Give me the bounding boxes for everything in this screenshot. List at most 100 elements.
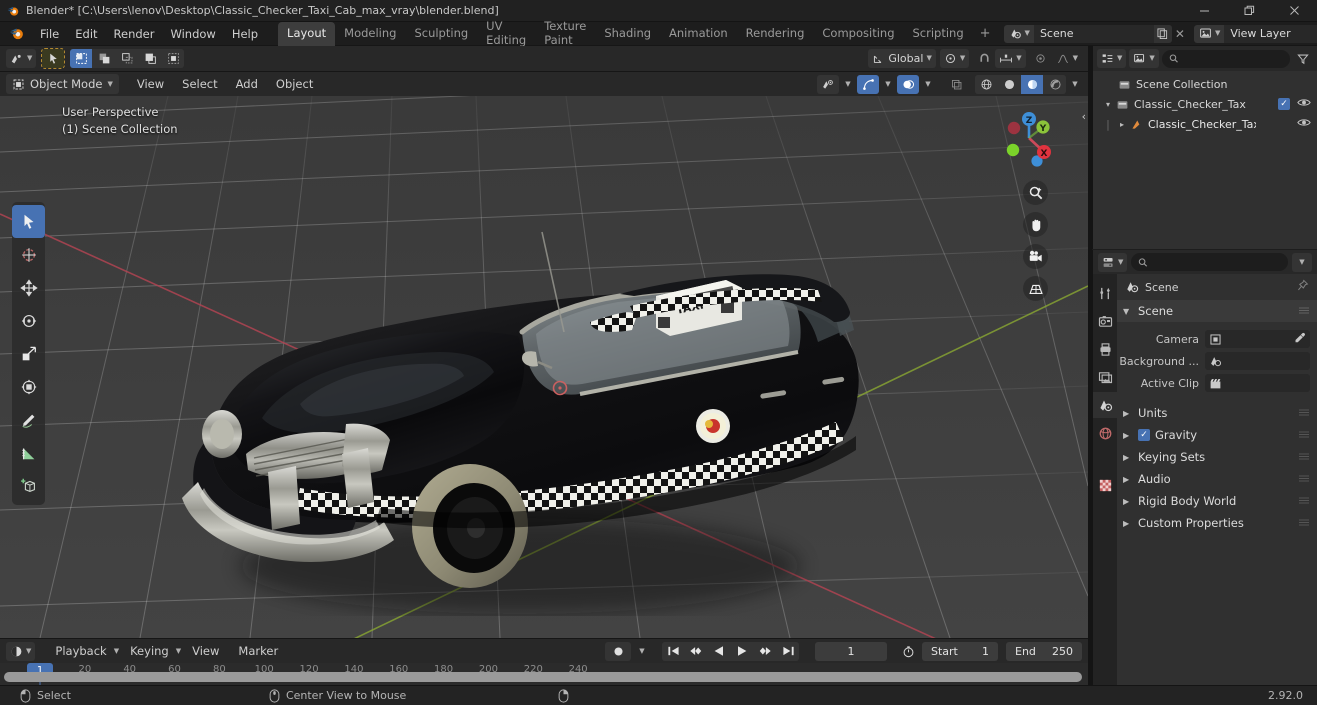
scene-name-field[interactable]: Scene bbox=[1033, 24, 1154, 43]
close-button[interactable] bbox=[1272, 0, 1317, 22]
drag-handle-icon[interactable] bbox=[1297, 516, 1311, 530]
outliner-editor-type-button[interactable]: ▼ bbox=[1097, 49, 1127, 68]
pin-icon[interactable] bbox=[1296, 279, 1309, 295]
add-cube-tool-button[interactable] bbox=[12, 469, 45, 502]
material-preview-button[interactable] bbox=[1021, 74, 1043, 94]
select-extend-button[interactable] bbox=[93, 49, 116, 68]
tab-modeling[interactable]: Modeling bbox=[335, 22, 405, 46]
menu-edit[interactable]: Edit bbox=[67, 24, 105, 44]
eye-icon[interactable] bbox=[1297, 97, 1311, 111]
tool-active-button[interactable] bbox=[41, 48, 66, 69]
timeline-menu-playback[interactable]: Playback bbox=[47, 642, 114, 660]
timeline-menu-view[interactable]: View bbox=[184, 642, 227, 660]
viewport-menu-add[interactable]: Add bbox=[228, 75, 266, 93]
select-invert-button[interactable] bbox=[139, 49, 162, 68]
scene-unlink-button[interactable]: ✕ bbox=[1172, 25, 1188, 43]
filter-button[interactable] bbox=[1293, 49, 1313, 68]
toggle-perspective-button[interactable] bbox=[1023, 276, 1048, 301]
outliner-row-scene-collection[interactable]: Scene Collection bbox=[1093, 74, 1317, 94]
play-reverse-button[interactable] bbox=[708, 641, 730, 661]
collection-checkbox[interactable]: ✓ bbox=[1278, 98, 1290, 110]
background-scene-field[interactable] bbox=[1205, 352, 1310, 370]
scene-panel-header[interactable]: ▼ Scene bbox=[1117, 300, 1317, 322]
proportional-edit-button[interactable] bbox=[1030, 49, 1052, 68]
tab-animation[interactable]: Animation bbox=[660, 22, 737, 46]
auto-keying-dropdown[interactable]: ▼ bbox=[634, 642, 650, 661]
drag-handle-icon[interactable] bbox=[1297, 472, 1311, 486]
gizmo-toggle-button[interactable] bbox=[857, 74, 879, 94]
end-frame-field[interactable]: End 250 bbox=[1006, 641, 1082, 661]
view-layer-name-field[interactable]: View Layer bbox=[1224, 24, 1317, 43]
jump-to-start-button[interactable] bbox=[662, 641, 684, 661]
select-subtract-button[interactable] bbox=[116, 49, 139, 68]
select-set-button[interactable] bbox=[70, 49, 93, 68]
tab-output[interactable] bbox=[1093, 336, 1117, 362]
tab-scene[interactable] bbox=[1093, 392, 1117, 418]
drag-handle-icon[interactable] bbox=[1297, 494, 1311, 508]
use-preview-range-button[interactable] bbox=[898, 642, 919, 661]
pivot-point-button[interactable]: ▼ bbox=[939, 49, 970, 68]
rotate-tool-button[interactable] bbox=[12, 304, 45, 337]
tab-uv-editing[interactable]: UV Editing bbox=[477, 19, 535, 47]
tab-tool[interactable] bbox=[1093, 280, 1117, 306]
units-section[interactable]: ▶ Units bbox=[1117, 402, 1317, 424]
measure-tool-button[interactable] bbox=[12, 436, 45, 469]
snap-magnet-button[interactable] bbox=[973, 49, 995, 68]
overlays-toggle-button[interactable] bbox=[897, 74, 919, 94]
disclosure-triangle-icon[interactable]: ▾ bbox=[1101, 100, 1115, 109]
gravity-section[interactable]: ▶ ✓ Gravity bbox=[1117, 424, 1317, 446]
outliner-search[interactable] bbox=[1161, 49, 1290, 68]
tab-view-layer[interactable] bbox=[1093, 364, 1117, 390]
navigation-gizmo[interactable]: Y Z Y X bbox=[996, 105, 1062, 171]
next-keyframe-button[interactable] bbox=[754, 641, 776, 661]
move-tool-button[interactable] bbox=[12, 271, 45, 304]
timeline-menu-keying[interactable]: Keying bbox=[122, 642, 177, 660]
select-intersect-button[interactable] bbox=[162, 49, 185, 68]
viewport-menu-select[interactable]: Select bbox=[174, 75, 225, 93]
scale-tool-button[interactable] bbox=[12, 337, 45, 370]
rendered-shading-button[interactable] bbox=[1044, 74, 1066, 94]
overlays-dropdown[interactable]: ▼ bbox=[921, 75, 935, 94]
scene-browse-button[interactable]: ▼ bbox=[1003, 24, 1034, 43]
properties-options-button[interactable]: ▼ bbox=[1292, 252, 1312, 272]
gizmo-dropdown[interactable]: ▼ bbox=[881, 75, 895, 94]
tab-render[interactable] bbox=[1093, 308, 1117, 334]
tab-layout[interactable]: Layout bbox=[278, 21, 336, 46]
visibility-dropdown[interactable]: ▼ bbox=[841, 75, 855, 94]
drag-handle-icon[interactable] bbox=[1297, 428, 1311, 442]
viewport-menu-view[interactable]: View bbox=[129, 75, 172, 93]
properties-search-input[interactable] bbox=[1153, 256, 1281, 268]
display-mode-button[interactable]: ▼ bbox=[1129, 49, 1159, 68]
eye-icon[interactable] bbox=[1297, 117, 1311, 131]
keying-sets-section[interactable]: ▶ Keying Sets bbox=[1117, 446, 1317, 468]
proportional-falloff-button[interactable]: ▼ bbox=[1052, 49, 1082, 68]
tab-compositing[interactable]: Compositing bbox=[813, 22, 903, 46]
blender-menu-icon[interactable] bbox=[8, 25, 25, 42]
wireframe-shading-button[interactable] bbox=[975, 74, 997, 94]
3d-viewport[interactable]: TAXI bbox=[0, 96, 1088, 638]
start-frame-field[interactable]: Start 1 bbox=[922, 641, 998, 661]
annotate-tool-button[interactable] bbox=[12, 403, 45, 436]
properties-editor-type-button[interactable]: ▼ bbox=[1098, 252, 1128, 272]
add-workspace-button[interactable]: + bbox=[973, 22, 998, 46]
drag-handle-icon[interactable] bbox=[1297, 450, 1311, 464]
camera-field[interactable] bbox=[1205, 330, 1310, 348]
menu-window[interactable]: Window bbox=[162, 24, 223, 44]
transform-orientation-button[interactable]: Global ▼ bbox=[868, 49, 936, 68]
active-clip-field[interactable] bbox=[1205, 374, 1310, 392]
object-mode-dropdown[interactable]: Object Mode ▼ bbox=[6, 74, 119, 94]
timeline-menu-marker[interactable]: Marker bbox=[230, 642, 286, 660]
properties-search[interactable] bbox=[1131, 253, 1288, 271]
visibility-button[interactable] bbox=[817, 74, 839, 94]
prev-keyframe-button[interactable] bbox=[685, 641, 707, 661]
play-button[interactable] bbox=[731, 641, 753, 661]
tweak-tool-button[interactable] bbox=[12, 205, 45, 238]
camera-view-button[interactable] bbox=[1023, 244, 1048, 269]
tab-world[interactable] bbox=[1093, 420, 1117, 446]
tab-shading[interactable]: Shading bbox=[595, 22, 660, 46]
timeline-scrollbar[interactable] bbox=[4, 672, 1082, 682]
scene-duplicate-button[interactable] bbox=[1153, 24, 1172, 43]
tab-texture[interactable] bbox=[1093, 472, 1117, 498]
tab-sculpting[interactable]: Sculpting bbox=[405, 22, 477, 46]
maximize-button[interactable] bbox=[1227, 0, 1272, 22]
